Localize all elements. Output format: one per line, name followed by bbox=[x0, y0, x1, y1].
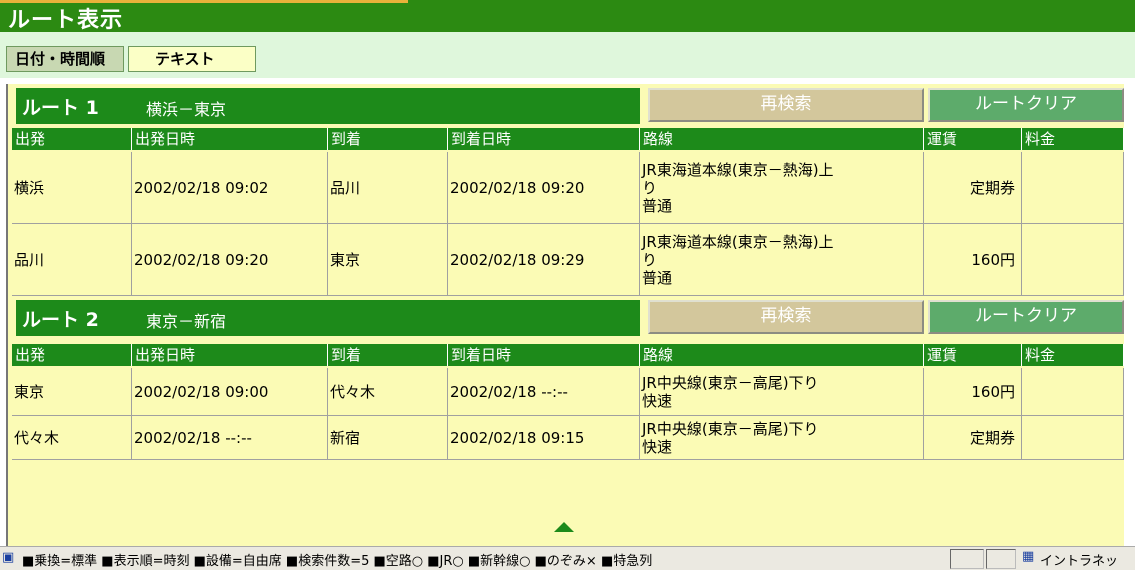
col-arrive: 到着 bbox=[328, 344, 448, 366]
table-cell-depart-time: 2002/02/18 09:02 bbox=[132, 152, 328, 224]
tab-date-order[interactable]: 日付・時間順 bbox=[6, 46, 124, 72]
title-bar: ルート表示 bbox=[0, 0, 1135, 33]
table-cell-line: JR東海道本線(東京－熱海)上 り 普通 bbox=[640, 152, 924, 224]
col-charge: 料金 bbox=[1022, 344, 1124, 366]
table-cell-line: JR中央線(東京－高尾)下り 快速 bbox=[640, 416, 924, 460]
table-cell-depart-time: 2002/02/18 --:-- bbox=[132, 416, 328, 460]
table-cell-arrive-time: 2002/02/18 09:29 bbox=[448, 224, 640, 296]
col-arrive-time: 到着日時 bbox=[448, 344, 640, 366]
table-cell-line: JR中央線(東京－高尾)下り 快速 bbox=[640, 368, 924, 416]
line-type: 快速 bbox=[642, 391, 673, 410]
route-panel: ルート 1 横浜－東京 再検索 ルートクリア 出発 出発日時 到着 到着日時 路… bbox=[6, 84, 1124, 546]
table-cell-arrive-time: 2002/02/18 09:15 bbox=[448, 416, 640, 460]
line-direction-wrap: り bbox=[642, 250, 658, 269]
status-bar: ▣ ■乗換=標準 ■表示順=時刻 ■設備=自由席 ■検索件数=5 ■空路○ ■J… bbox=[0, 546, 1135, 570]
table-cell-depart-time: 2002/02/18 09:20 bbox=[132, 224, 328, 296]
col-depart: 出発 bbox=[12, 344, 132, 366]
route-1-header: ルート 1 横浜－東京 bbox=[16, 88, 640, 124]
col-depart: 出発 bbox=[12, 128, 132, 150]
status-text: ■乗換=標準 ■表示順=時刻 ■設備=自由席 ■検索件数=5 ■空路○ ■JR○… bbox=[22, 554, 653, 569]
line-name: JR東海道本線(東京－熱海)上 bbox=[642, 232, 834, 251]
table-cell-arrive: 品川 bbox=[328, 152, 448, 224]
table-cell-charge bbox=[1022, 152, 1124, 224]
status-pane bbox=[986, 549, 1016, 569]
table-cell-charge bbox=[1022, 368, 1124, 416]
table-cell-depart: 東京 bbox=[12, 368, 132, 416]
status-pane bbox=[950, 549, 984, 569]
col-charge: 料金 bbox=[1022, 128, 1124, 150]
line-type: 普通 bbox=[642, 196, 673, 215]
col-arrive: 到着 bbox=[328, 128, 448, 150]
table-cell-fare: 定期券 bbox=[924, 152, 1022, 224]
table-cell-line: JR東海道本線(東京－熱海)上 り 普通 bbox=[640, 224, 924, 296]
table-cell-arrive-time: 2002/02/18 --:-- bbox=[448, 368, 640, 416]
route-1-number: ルート 1 bbox=[22, 97, 99, 119]
table-cell-charge bbox=[1022, 416, 1124, 460]
table-cell-arrive-time: 2002/02/18 09:20 bbox=[448, 152, 640, 224]
table-cell-depart-time: 2002/02/18 09:00 bbox=[132, 368, 328, 416]
table-cell-depart: 横浜 bbox=[12, 152, 132, 224]
col-depart-time: 出発日時 bbox=[132, 344, 328, 366]
intranet-zone-icon: ▦ bbox=[1022, 549, 1035, 564]
table-cell-fare: 160円 bbox=[924, 368, 1022, 416]
col-fare: 運賃 bbox=[924, 128, 1022, 150]
table-cell-fare: 定期券 bbox=[924, 416, 1022, 460]
line-type: 快速 bbox=[642, 437, 673, 456]
route-2-number: ルート 2 bbox=[22, 309, 99, 331]
route-2-name: 東京－新宿 bbox=[146, 312, 227, 331]
line-name: JR中央線(東京－高尾)下り bbox=[642, 373, 819, 392]
table-cell-depart: 品川 bbox=[12, 224, 132, 296]
col-arrive-time: 到着日時 bbox=[448, 128, 640, 150]
col-fare: 運賃 bbox=[924, 344, 1022, 366]
table-cell-depart: 代々木 bbox=[12, 416, 132, 460]
route-2-clear-button[interactable]: ルートクリア bbox=[928, 300, 1124, 334]
route-1-name: 横浜－東京 bbox=[146, 100, 227, 119]
line-direction-wrap: り bbox=[642, 178, 658, 197]
line-name: JR中央線(東京－高尾)下り bbox=[642, 419, 819, 438]
page-title: ルート表示 bbox=[8, 8, 124, 33]
security-zone-label: イントラネッ bbox=[1040, 554, 1119, 569]
table-cell-arrive: 代々木 bbox=[328, 368, 448, 416]
table-cell-arrive: 東京 bbox=[328, 224, 448, 296]
ie-page-icon: ▣ bbox=[2, 550, 15, 565]
line-type: 普通 bbox=[642, 268, 673, 287]
route-1-clear-button[interactable]: ルートクリア bbox=[928, 88, 1124, 122]
col-line: 路線 bbox=[640, 128, 924, 150]
route-2-header: ルート 2 東京－新宿 bbox=[16, 300, 640, 336]
scroll-up-arrow-icon[interactable] bbox=[554, 522, 574, 532]
route-1-research-button[interactable]: 再検索 bbox=[648, 88, 924, 122]
route-2-research-button[interactable]: 再検索 bbox=[648, 300, 924, 334]
table-cell-charge bbox=[1022, 224, 1124, 296]
tab-text[interactable]: テキスト bbox=[128, 46, 256, 72]
table-cell-arrive: 新宿 bbox=[328, 416, 448, 460]
line-name: JR東海道本線(東京－熱海)上 bbox=[642, 160, 834, 179]
table-cell-fare: 160円 bbox=[924, 224, 1022, 296]
col-line: 路線 bbox=[640, 344, 924, 366]
col-depart-time: 出発日時 bbox=[132, 128, 328, 150]
